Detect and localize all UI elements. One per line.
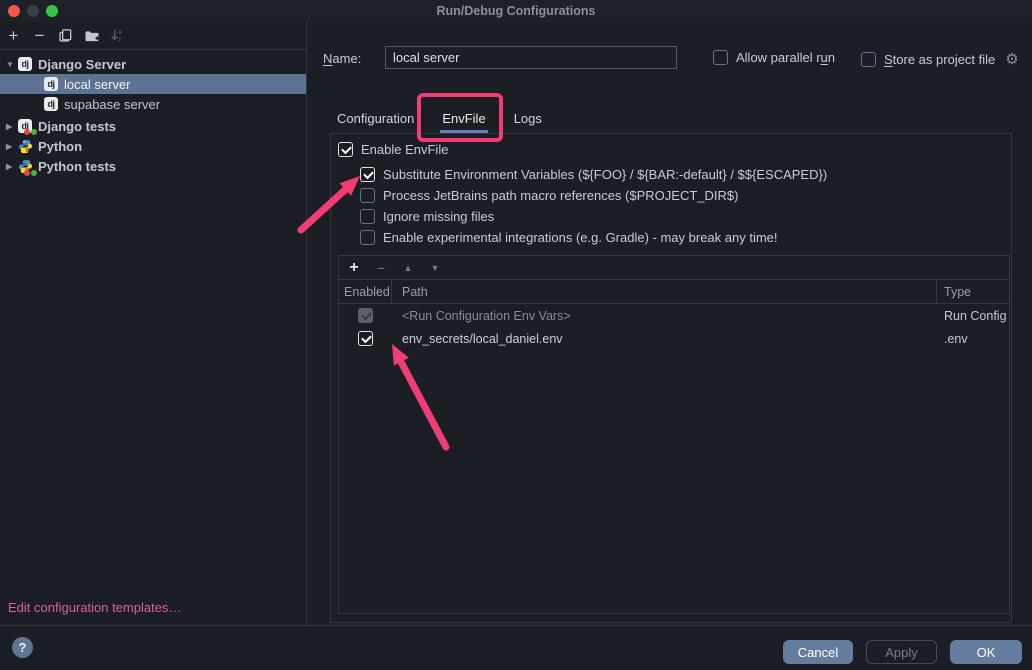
- store-settings-gear-icon[interactable]: ⚙: [1005, 50, 1018, 68]
- env-files-table: + − ▲ ▼ Enabled Path Type <Run Configura…: [338, 255, 1010, 614]
- experimental-integrations-checkbox[interactable]: [360, 230, 375, 245]
- allow-parallel-run-checkbox[interactable]: [713, 50, 728, 65]
- env-file-path: env_secrets/local_daniel.env: [392, 332, 937, 346]
- ok-button[interactable]: OK: [950, 640, 1022, 664]
- svg-text:z: z: [118, 36, 121, 43]
- django-icon: dj: [44, 97, 64, 111]
- tree-item-python-tests[interactable]: ▶ Python tests: [0, 156, 306, 176]
- env-file-path: <Run Configuration Env Vars>: [392, 309, 937, 323]
- remove-env-file-icon[interactable]: −: [374, 260, 388, 276]
- name-label: Name:: [323, 51, 361, 66]
- enable-envfile-label: Enable EnvFile: [361, 142, 448, 157]
- env-file-row-run-config[interactable]: <Run Configuration Env Vars> Run Config: [339, 304, 1009, 327]
- tree-item-python[interactable]: ▶ Python: [0, 136, 306, 156]
- env-file-type: .env: [937, 332, 1009, 346]
- process-path-macro-checkbox[interactable]: [360, 188, 375, 203]
- tab-envfile[interactable]: EnvFile: [440, 111, 487, 133]
- copy-configuration-icon[interactable]: [57, 27, 74, 44]
- tree-item-supabase-server[interactable]: dj supabase server: [0, 94, 306, 114]
- enable-envfile-option: Enable EnvFile: [338, 142, 448, 157]
- add-configuration-icon[interactable]: +: [5, 27, 22, 44]
- row-enabled-checkbox[interactable]: [358, 331, 373, 346]
- tab-logs[interactable]: Logs: [512, 111, 544, 133]
- title-bar: Run/Debug Configurations: [0, 0, 1032, 22]
- store-as-project-file-option: Store as project file ⚙: [861, 50, 1019, 68]
- python-tests-icon: [18, 159, 38, 174]
- configuration-detail-pane: Name: Allow parallel run Store as projec…: [308, 22, 1032, 625]
- django-tests-icon: dj: [18, 119, 38, 133]
- column-header-path: Path: [392, 280, 937, 303]
- tree-item-label: Django tests: [38, 119, 116, 134]
- window-title: Run/Debug Configurations: [0, 0, 1032, 22]
- column-header-enabled: Enabled: [339, 280, 392, 303]
- store-as-project-file-label: Store as project file: [884, 52, 995, 67]
- tree-item-django-server[interactable]: ▼ dj Django Server: [0, 54, 306, 74]
- name-input[interactable]: [385, 46, 677, 69]
- row-enabled-checkbox: [358, 308, 373, 323]
- enable-envfile-checkbox[interactable]: [338, 142, 353, 157]
- tree-item-label: local server: [64, 77, 130, 92]
- tree-item-label: Python tests: [38, 159, 116, 174]
- envfile-tab-panel: Enable EnvFile Substitute Environment Va…: [330, 133, 1012, 623]
- move-up-icon[interactable]: ▲: [401, 263, 415, 273]
- env-file-type: Run Config: [937, 309, 1009, 323]
- substitute-env-vars-option: Substitute Environment Variables (${FOO}…: [360, 167, 827, 182]
- chevron-right-icon[interactable]: ▶: [0, 122, 18, 131]
- apply-button[interactable]: Apply: [866, 640, 937, 664]
- svg-text:a: a: [118, 29, 122, 36]
- store-as-project-file-checkbox[interactable]: [861, 52, 876, 67]
- allow-parallel-run-label: Allow parallel run: [736, 50, 835, 65]
- tree-item-label: supabase server: [64, 97, 160, 112]
- edit-configuration-templates-link[interactable]: Edit configuration templates…: [8, 600, 181, 615]
- sidebar-toolbar: + − az: [0, 22, 306, 50]
- configuration-tabs: Configuration EnvFile Logs: [335, 105, 544, 133]
- experimental-integrations-option: Enable experimental integrations (e.g. G…: [360, 230, 778, 245]
- new-folder-icon[interactable]: [83, 27, 100, 44]
- allow-parallel-run-option: Allow parallel run: [713, 50, 835, 65]
- tree-item-label: Python: [38, 139, 82, 154]
- tree-item-local-server[interactable]: dj local server: [0, 74, 306, 94]
- help-button[interactable]: ?: [12, 637, 33, 658]
- option-label: Process JetBrains path macro references …: [383, 188, 738, 203]
- move-down-icon[interactable]: ▼: [428, 263, 442, 273]
- tree-item-label: Django Server: [38, 57, 126, 72]
- env-files-table-toolbar: + − ▲ ▼: [339, 256, 1009, 280]
- ignore-missing-files-checkbox[interactable]: [360, 209, 375, 224]
- add-env-file-icon[interactable]: +: [347, 259, 361, 277]
- chevron-right-icon[interactable]: ▶: [0, 142, 18, 151]
- django-icon: dj: [44, 77, 64, 91]
- tab-configuration[interactable]: Configuration: [335, 111, 416, 133]
- dialog-footer: ? Cancel Apply OK: [0, 625, 1032, 670]
- ignore-missing-files-option: Ignore missing files: [360, 209, 494, 224]
- remove-configuration-icon[interactable]: −: [31, 27, 48, 44]
- cancel-button[interactable]: Cancel: [783, 640, 853, 664]
- process-path-macro-option: Process JetBrains path macro references …: [360, 188, 738, 203]
- configurations-tree: ▼ dj Django Server dj local server dj su…: [0, 50, 306, 176]
- env-file-row-local-daniel[interactable]: env_secrets/local_daniel.env .env: [339, 327, 1009, 350]
- chevron-down-icon[interactable]: ▼: [0, 60, 18, 69]
- tree-item-django-tests[interactable]: ▶ dj Django tests: [0, 116, 306, 136]
- option-label: Enable experimental integrations (e.g. G…: [383, 230, 778, 245]
- option-label: Substitute Environment Variables (${FOO}…: [383, 167, 827, 182]
- option-label: Ignore missing files: [383, 209, 494, 224]
- column-header-type: Type: [937, 280, 1009, 303]
- substitute-env-vars-checkbox[interactable]: [360, 167, 375, 182]
- sort-configurations-icon[interactable]: az: [109, 27, 126, 44]
- env-files-table-header: Enabled Path Type: [339, 280, 1009, 304]
- chevron-right-icon[interactable]: ▶: [0, 162, 18, 171]
- python-icon: [18, 139, 38, 154]
- configurations-sidebar: + − az ▼ dj Django Server dj local serve…: [0, 22, 307, 625]
- django-icon: dj: [18, 57, 38, 71]
